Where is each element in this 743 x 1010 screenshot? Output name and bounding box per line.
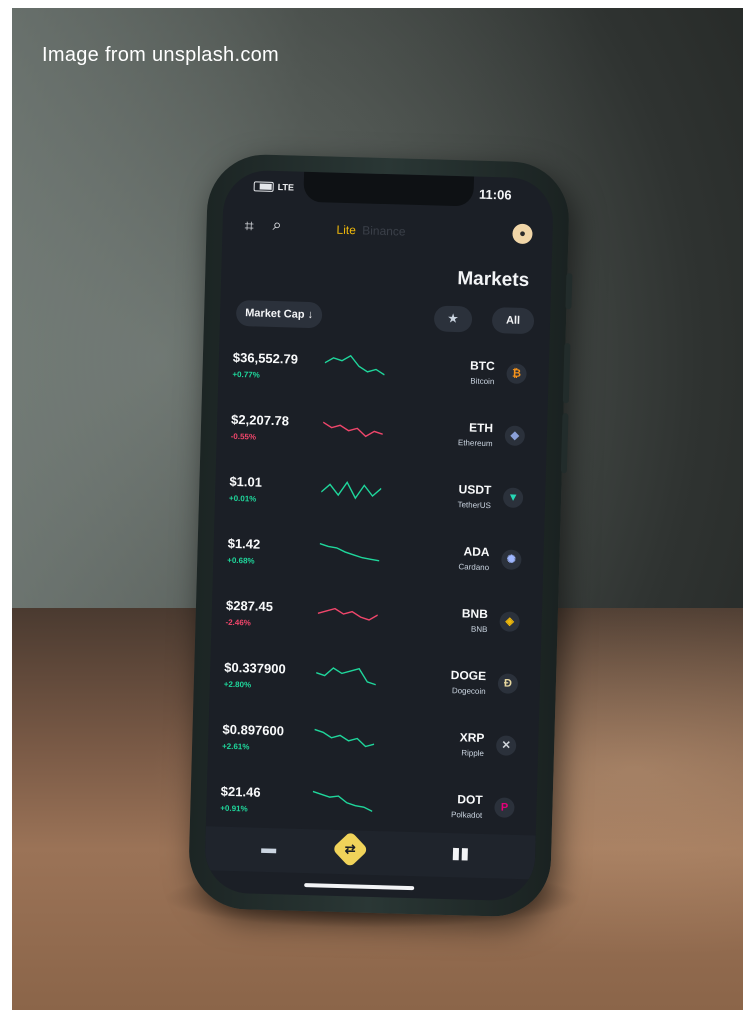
coin-price: $287.45 <box>225 597 274 615</box>
sparkline-chart <box>312 790 373 812</box>
coin-symbol: USDT <box>458 482 492 498</box>
image-credit: Image from unsplash.com <box>42 44 279 66</box>
coin-price: $0.897600 <box>222 721 285 739</box>
sparkline-line <box>319 542 380 562</box>
coin-row-xrp[interactable]: $0.897600 +2.61% XRP Ripple ✕ <box>221 716 527 786</box>
coin-name: Bitcoin <box>470 376 495 387</box>
coin-price: $1.01 <box>229 473 263 490</box>
search-icon[interactable]: ⌕ <box>272 217 281 235</box>
coin-symbol: DOGE <box>450 668 487 684</box>
network-label: LTE <box>277 182 295 193</box>
sparkline-line <box>320 480 382 500</box>
coin-price: $2,207.78 <box>230 411 290 429</box>
bottom-nav: ▬ ⇄ ▮▮ <box>204 826 536 880</box>
all-filter-button[interactable]: All <box>491 307 535 335</box>
polkadot-icon: P <box>494 797 515 818</box>
coin-symbol: DOT <box>457 792 483 807</box>
coin-symbol: BTC <box>469 358 495 374</box>
sparkline-chart <box>324 354 385 376</box>
scan-icon[interactable]: ⌗ <box>244 218 253 236</box>
coin-change: +0.91% <box>220 803 248 814</box>
sparkline-line <box>322 421 384 438</box>
coin-name: Ethereum <box>457 438 493 449</box>
sparkline-line <box>315 667 377 686</box>
coin-row-bnb[interactable]: $287.45 -2.46% BNB BNB ◈ <box>225 592 531 662</box>
dogecoin-icon: Ð <box>497 673 519 694</box>
coin-price: $0.337900 <box>224 659 286 677</box>
sparkline-chart <box>320 480 382 500</box>
coin-change: -0.55% <box>230 431 257 442</box>
coin-change: +2.80% <box>223 679 252 690</box>
status-time: 11:06 <box>478 186 512 203</box>
photo: LTE 11:06 ⌗ ⌕ Lite Binance ● Markets Mar… <box>12 8 743 1010</box>
brand-tag: Lite <box>336 222 357 238</box>
coin-name: TetherUS <box>457 500 492 511</box>
ethereum-icon: ◆ <box>504 425 526 447</box>
coin-price: $21.46 <box>220 783 261 800</box>
favorites-button[interactable]: ★ <box>433 305 473 333</box>
brand-name: Binance <box>362 223 406 239</box>
home-indicator <box>304 883 415 891</box>
filter-bar: Market Cap ↓ ★ All <box>235 299 535 336</box>
coin-name: Polkadot <box>450 810 483 820</box>
sparkline-line <box>314 728 375 748</box>
coin-change: +0.68% <box>227 555 255 566</box>
battery-icon <box>253 181 274 192</box>
coin-list: $36,552.79 +0.77% BTC Bitcoin ₿ $2,207.78 -0.5… <box>219 344 537 848</box>
status-bar: LTE 11:06 <box>243 178 530 208</box>
coin-change: +2.61% <box>221 741 250 752</box>
coin-name: Ripple <box>461 748 485 759</box>
sparkline-chart <box>314 728 375 748</box>
sparkline-chart <box>315 667 377 686</box>
sparkline-line <box>324 354 385 376</box>
coin-row-doge[interactable]: $0.337900 +2.80% DOGE Dogecoin Ð <box>223 654 529 724</box>
bnb-icon: ◈ <box>499 611 520 632</box>
convert-icon: ⇄ <box>344 841 356 857</box>
coin-price: $36,552.79 <box>232 349 299 367</box>
convert-button[interactable]: ⇄ <box>331 830 369 868</box>
bar-chart-icon[interactable]: ▮▮ <box>451 843 469 863</box>
app-header: ⌗ ⌕ Lite Binance ● <box>236 214 539 252</box>
coin-name: Cardano <box>458 562 490 573</box>
sparkline-chart <box>319 542 380 562</box>
bitcoin-icon: ₿ <box>506 363 527 385</box>
coin-change: -2.46% <box>225 617 251 628</box>
ripple-icon: ✕ <box>495 735 517 756</box>
cardano-icon: ✺ <box>501 549 522 570</box>
phone-screen: LTE 11:06 ⌗ ⌕ Lite Binance ● Markets Mar… <box>203 169 555 902</box>
coin-row-usdt[interactable]: $1.01 +0.01% USDT TetherUS ▼ <box>228 468 534 538</box>
coin-symbol: ETH <box>468 420 494 436</box>
coin-change: +0.01% <box>228 493 257 504</box>
side-button <box>565 273 573 310</box>
brand: Lite Binance <box>336 223 405 239</box>
coin-symbol: XRP <box>459 730 485 746</box>
coin-price: $1.42 <box>227 535 261 552</box>
profile-icon[interactable]: ● <box>512 223 533 245</box>
sparkline-line <box>312 790 373 812</box>
coin-name: Dogecoin <box>451 686 486 697</box>
coin-row-btc[interactable]: $36,552.79 +0.77% BTC Bitcoin ₿ <box>232 344 538 414</box>
sparkline-chart <box>322 421 384 438</box>
wallet-icon[interactable]: ▬ <box>261 840 276 857</box>
coin-symbol: BNB <box>461 606 489 622</box>
coin-change: +0.77% <box>232 369 260 380</box>
sparkline-chart <box>317 607 379 621</box>
signal-indicator: LTE <box>253 181 295 193</box>
tether-icon: ▼ <box>502 487 524 509</box>
coin-symbol: ADA <box>463 544 490 560</box>
sort-button[interactable]: Market Cap ↓ <box>235 299 323 329</box>
smartphone: LTE 11:06 ⌗ ⌕ Lite Binance ● Markets Mar… <box>187 153 573 918</box>
sparkline-line <box>317 607 379 621</box>
page-title: Markets <box>457 268 530 292</box>
coin-name: BNB <box>470 624 488 635</box>
star-icon: ★ <box>447 312 459 326</box>
coin-row-eth[interactable]: $2,207.78 -0.55% ETH Ethereum ◆ <box>230 406 536 476</box>
coin-row-ada[interactable]: $1.42 +0.68% ADA Cardano ✺ <box>226 530 532 600</box>
